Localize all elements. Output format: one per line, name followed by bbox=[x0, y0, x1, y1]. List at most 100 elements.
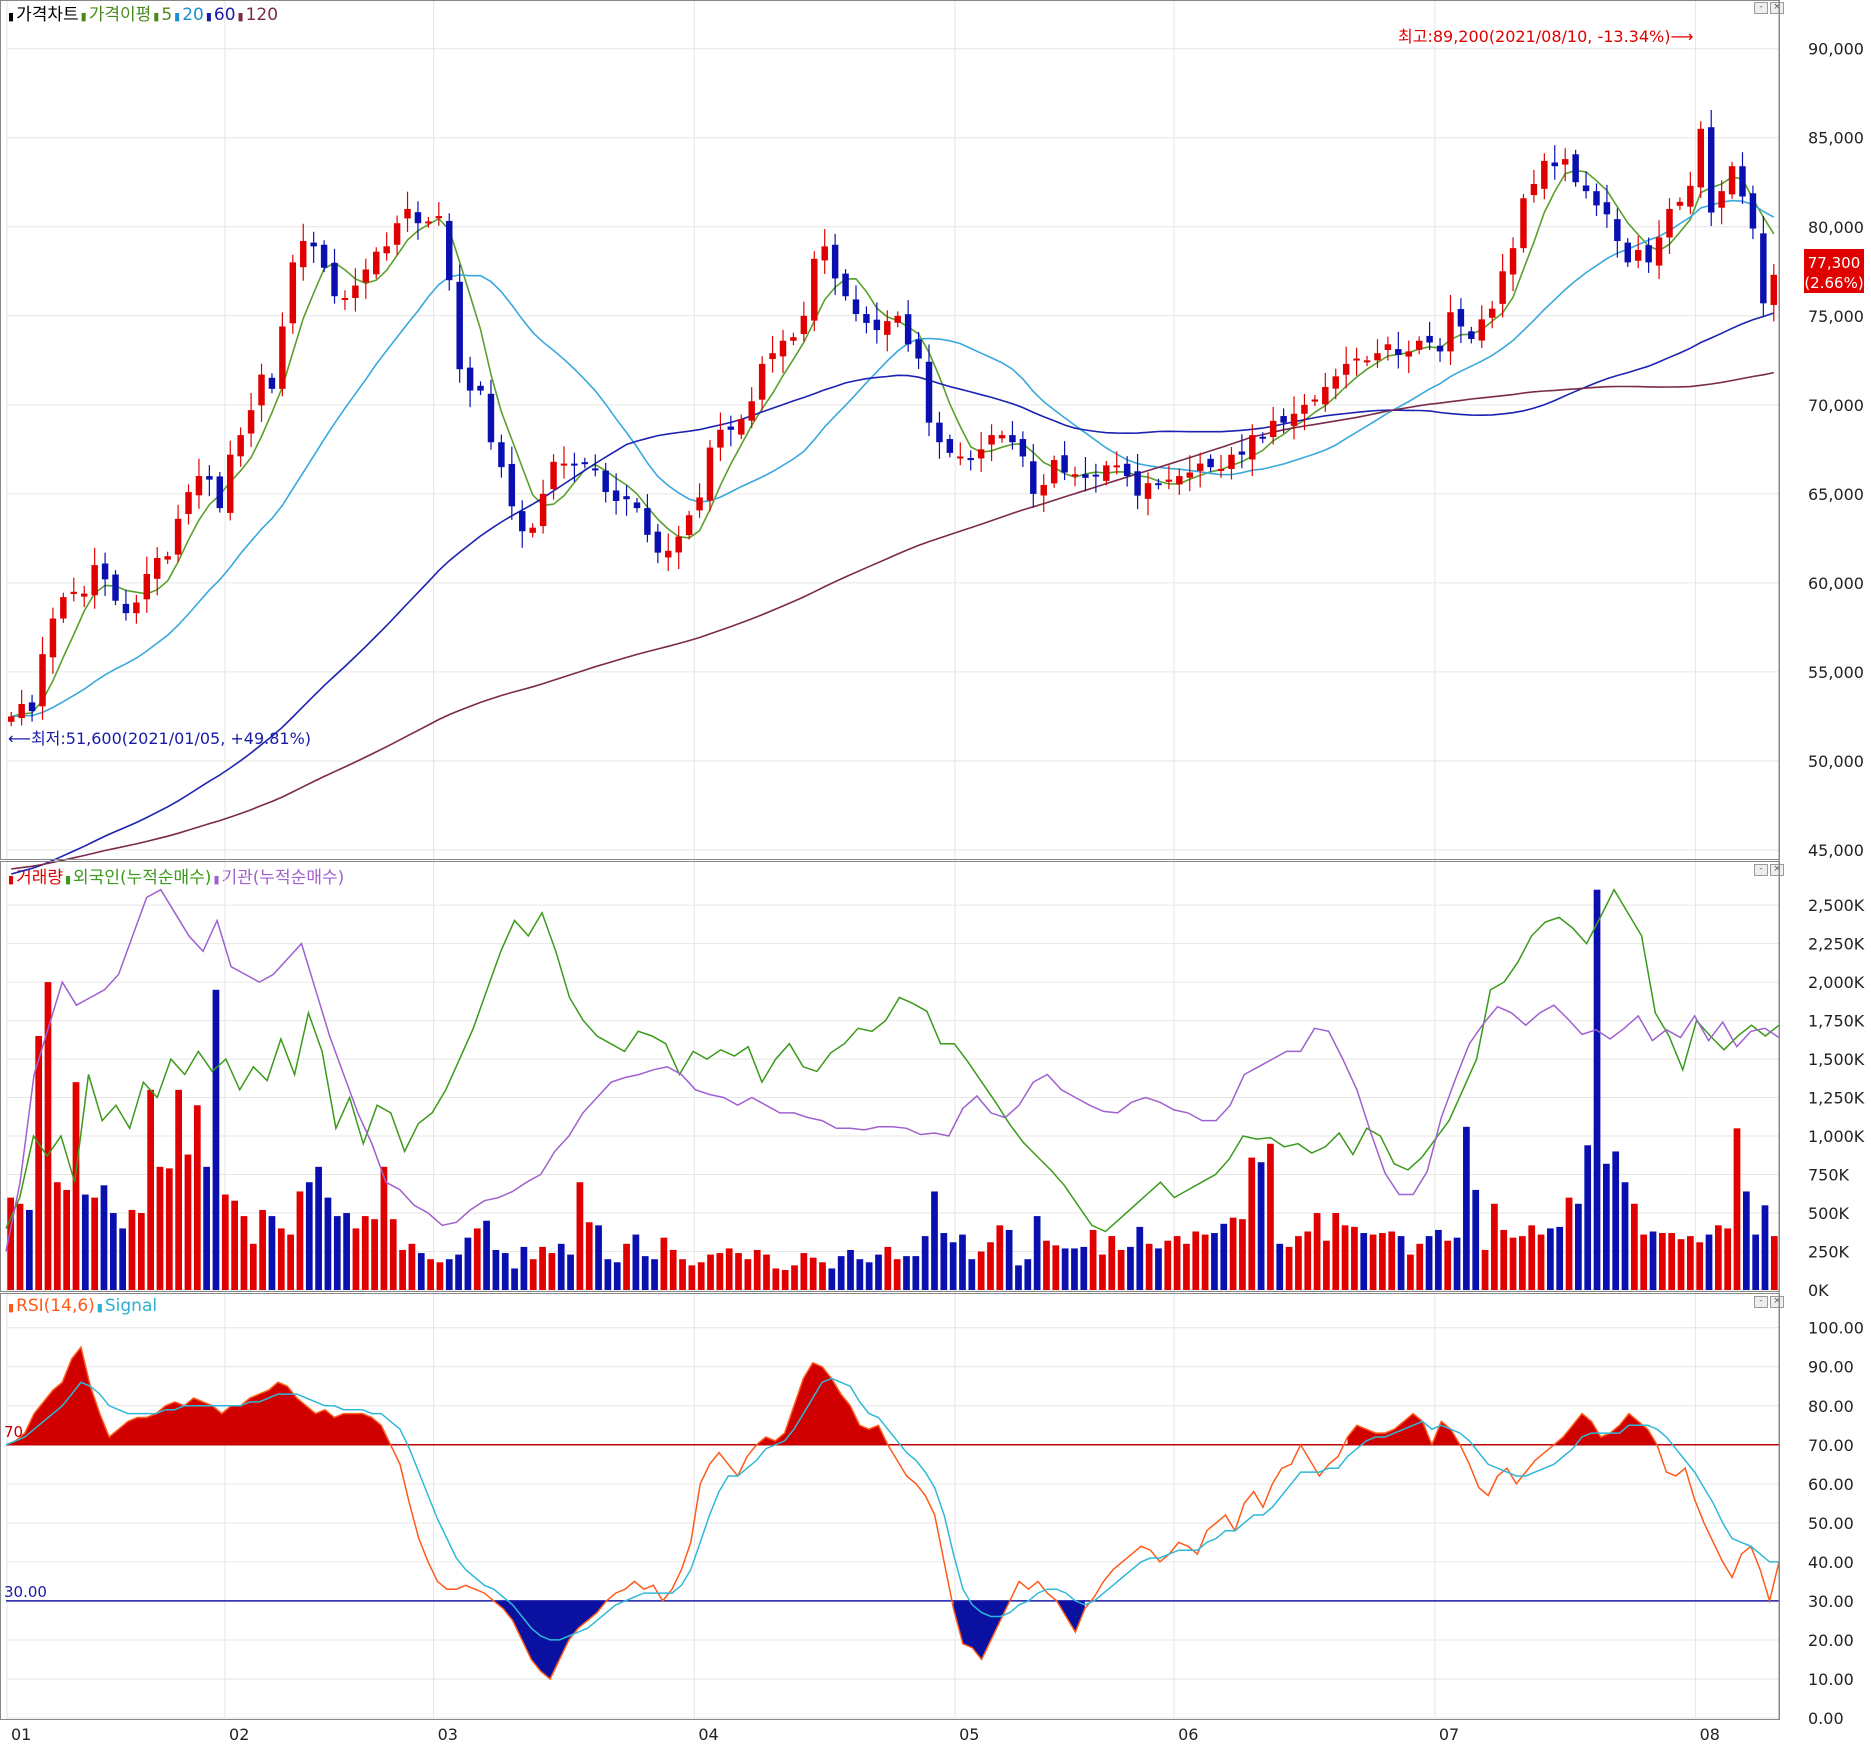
volume-bar bbox=[753, 1249, 761, 1290]
rsi-tick-label: 40.00 bbox=[1808, 1553, 1854, 1572]
price-tick-label: 65,000 bbox=[1808, 485, 1864, 504]
volume-bar bbox=[669, 1249, 677, 1290]
volume-bar bbox=[791, 1265, 798, 1290]
candle-body bbox=[1353, 358, 1360, 361]
volume-tick-label: 0K bbox=[1808, 1281, 1829, 1300]
volume-bar bbox=[1313, 1213, 1321, 1290]
volume-bar bbox=[436, 1262, 444, 1290]
volume-bar bbox=[996, 1225, 1004, 1290]
volume-bar bbox=[800, 1253, 808, 1290]
volume-bar bbox=[837, 1256, 845, 1290]
candle-body bbox=[1687, 185, 1694, 207]
candle-body bbox=[18, 703, 25, 719]
candle-body bbox=[446, 220, 453, 281]
candle-body bbox=[1123, 463, 1131, 477]
candle-body bbox=[717, 429, 724, 448]
volume-bar bbox=[520, 1246, 528, 1290]
volume-panel-frame bbox=[0, 861, 1780, 1292]
price-tick-label: 80,000 bbox=[1808, 218, 1864, 237]
price-tick-label: 50,000 bbox=[1808, 752, 1864, 771]
volume-bar bbox=[977, 1251, 985, 1290]
candle-body bbox=[821, 246, 828, 261]
candle-body bbox=[352, 285, 359, 298]
candle-body bbox=[1478, 319, 1485, 341]
volume-bar bbox=[1584, 1145, 1592, 1290]
candle-body bbox=[675, 536, 682, 553]
volume-bar bbox=[1267, 1143, 1274, 1290]
volume-bar bbox=[389, 1219, 397, 1290]
volume-bar bbox=[445, 1259, 453, 1290]
candle-body bbox=[1269, 420, 1277, 438]
volume-bar bbox=[1742, 1191, 1750, 1290]
candle-body bbox=[758, 363, 766, 400]
volume-bar bbox=[1248, 1157, 1256, 1290]
volume-bar bbox=[1714, 1225, 1722, 1290]
candle-body bbox=[1666, 208, 1673, 238]
candle-body bbox=[967, 458, 974, 461]
volume-bar bbox=[1481, 1249, 1489, 1290]
volume-bar bbox=[231, 1200, 238, 1290]
volume-bar bbox=[259, 1209, 266, 1290]
volume-bar bbox=[305, 1182, 313, 1290]
volume-bar bbox=[1537, 1234, 1545, 1290]
candle-body bbox=[1447, 312, 1454, 352]
volume-bar bbox=[632, 1234, 640, 1290]
volume-bar bbox=[1332, 1213, 1340, 1290]
volume-bar bbox=[296, 1191, 304, 1290]
candle-body bbox=[1280, 416, 1287, 423]
volume-bar bbox=[1435, 1229, 1442, 1290]
candle-body bbox=[977, 449, 985, 459]
volume-bar bbox=[1351, 1226, 1358, 1290]
volume-bar bbox=[1407, 1254, 1414, 1290]
volume-bar bbox=[539, 1246, 546, 1290]
volume-bar bbox=[819, 1262, 826, 1290]
candle-body bbox=[1457, 309, 1465, 327]
x-tick-label: 04 bbox=[698, 1725, 718, 1744]
volume-bar bbox=[1416, 1243, 1424, 1290]
candle-body bbox=[1176, 476, 1183, 485]
volume-bar bbox=[1108, 1236, 1116, 1290]
candle-body bbox=[1739, 166, 1746, 197]
volume-bar bbox=[912, 1256, 920, 1290]
volume-bar bbox=[940, 1233, 948, 1290]
volume-tick-label: 1,500K bbox=[1808, 1050, 1865, 1069]
volume-bar bbox=[91, 1197, 99, 1290]
ma120-line bbox=[11, 371, 1774, 870]
volume-bar bbox=[1603, 1163, 1610, 1290]
volume-bar bbox=[987, 1242, 994, 1290]
volume-bar bbox=[557, 1243, 565, 1290]
volume-bar bbox=[613, 1262, 621, 1290]
candle-body bbox=[1614, 219, 1621, 242]
candle-body bbox=[779, 340, 787, 357]
volume-bar bbox=[865, 1262, 873, 1290]
candle-body bbox=[70, 591, 78, 594]
volume-bar bbox=[744, 1259, 752, 1290]
rsi-tick-label: 90.00 bbox=[1808, 1358, 1854, 1377]
volume-bar bbox=[1752, 1234, 1760, 1290]
candle-body bbox=[1009, 435, 1016, 443]
candle-body bbox=[39, 654, 46, 707]
volume-bar bbox=[203, 1166, 210, 1290]
volume-bar bbox=[1733, 1128, 1741, 1290]
candle-body bbox=[1311, 399, 1319, 402]
candle-body bbox=[1207, 458, 1214, 468]
candle-body bbox=[602, 470, 609, 493]
volume-bar bbox=[1127, 1246, 1134, 1290]
volume-bar bbox=[1724, 1228, 1732, 1290]
candle-body bbox=[1582, 185, 1590, 192]
volume-bar bbox=[1575, 1203, 1582, 1290]
candle-body bbox=[811, 258, 818, 321]
candle-body bbox=[1217, 468, 1225, 471]
candle-body bbox=[800, 315, 808, 334]
volume-bar bbox=[511, 1268, 518, 1290]
candle-body bbox=[404, 208, 411, 219]
volume-bar bbox=[1509, 1237, 1517, 1290]
candle-body bbox=[1561, 159, 1569, 165]
candle-body bbox=[988, 435, 995, 445]
candle-body bbox=[1103, 465, 1110, 481]
volume-bar bbox=[725, 1248, 733, 1290]
volume-bar bbox=[1323, 1240, 1330, 1290]
volume-tick-label: 500K bbox=[1808, 1204, 1850, 1223]
candle-body bbox=[216, 476, 224, 509]
candle-body bbox=[1342, 363, 1350, 375]
